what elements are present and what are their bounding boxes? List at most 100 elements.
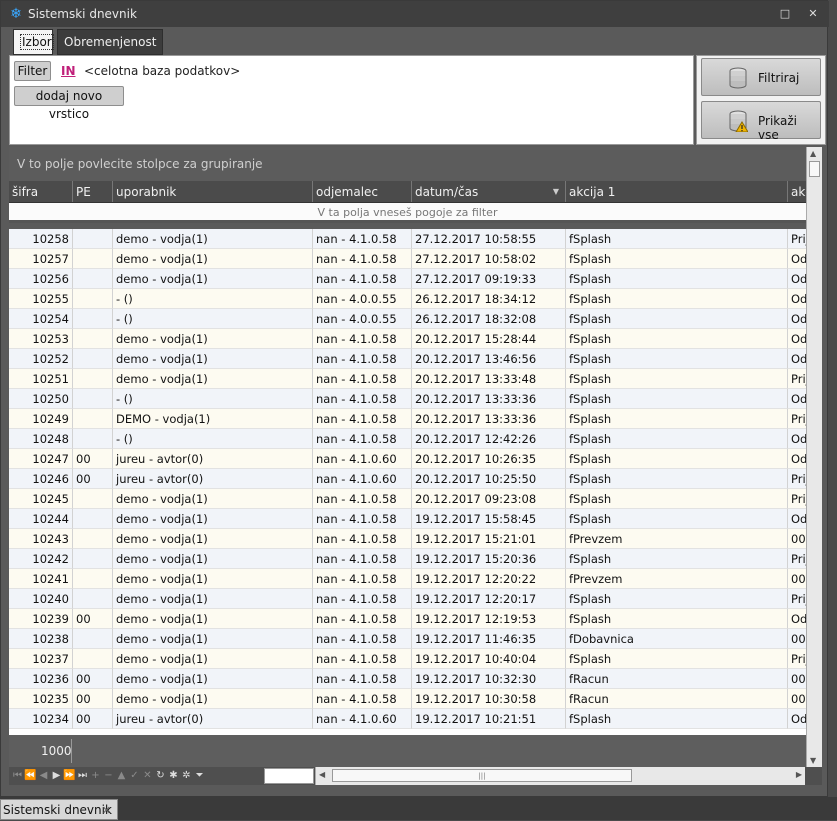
table-row[interactable]: 10253 demo - vodja(1) nan - 4.1.0.58 20.12.… [9, 329, 806, 349]
close-button[interactable]: ✕ [806, 7, 820, 21]
table-row[interactable]: 10234 00 jureu - avtor(0) nan - 4.1.0.60 19.… [9, 709, 806, 729]
cell-uporabnik[interactable]: DEMO - vodja(1) [113, 409, 313, 429]
cell-akcija1[interactable]: fSplash [566, 509, 788, 529]
cell-odjemalec[interactable]: nan - 4.1.0.60 [313, 469, 412, 489]
cell-akcija1[interactable]: fSplash [566, 369, 788, 389]
col-header-datum[interactable]: datum/čas ▼ [412, 181, 566, 202]
cell-odjemalec[interactable]: nan - 4.1.0.58 [313, 269, 412, 289]
cell-akcija1[interactable]: fDobavnica [566, 629, 788, 649]
cell-pe[interactable] [73, 429, 113, 449]
next-page-icon[interactable]: ⏩ [63, 768, 76, 784]
table-row[interactable]: 10257 demo - vodja(1) nan - 4.1.0.58 27.12.… [9, 249, 806, 269]
cell-datum[interactable]: 20.12.2017 13:46:56 [412, 349, 566, 369]
cell-sifra[interactable]: 10258 [9, 229, 73, 249]
cancel-icon[interactable]: ✕ [141, 768, 154, 784]
cell-uporabnik[interactable]: demo - vodja(1) [113, 649, 313, 669]
table-row[interactable]: 10242 demo - vodja(1) nan - 4.1.0.58 19.12.… [9, 549, 806, 569]
taskbar-tab[interactable]: Sistemski dnevnik ✕ [0, 799, 118, 820]
cell-pe[interactable] [73, 629, 113, 649]
cell-akcija1[interactable]: fRacun [566, 669, 788, 689]
cell-sifra[interactable]: 10236 [9, 669, 73, 689]
cell-akcija2[interactable]: Prij [788, 409, 806, 429]
cell-sifra[interactable]: 10238 [9, 629, 73, 649]
cell-uporabnik[interactable]: demo - vodja(1) [113, 369, 313, 389]
cell-odjemalec[interactable]: nan - 4.1.0.58 [313, 349, 412, 369]
table-row[interactable]: 10254 - () nan - 4.0.0.55 26.12.2017 18:32… [9, 309, 806, 329]
cell-datum[interactable]: 19.12.2017 10:30:58 [412, 689, 566, 709]
cell-uporabnik[interactable]: - () [113, 429, 313, 449]
cell-uporabnik[interactable]: demo - vodja(1) [113, 349, 313, 369]
cell-datum[interactable]: 20.12.2017 13:33:36 [412, 409, 566, 429]
cell-uporabnik[interactable]: demo - vodja(1) [113, 589, 313, 609]
cell-sifra[interactable]: 10242 [9, 549, 73, 569]
cell-akcija2[interactable]: Od [788, 609, 806, 629]
cell-sifra[interactable]: 10253 [9, 329, 73, 349]
cell-akcija1[interactable]: fSplash [566, 289, 788, 309]
cell-akcija2[interactable]: 000 [788, 569, 806, 589]
cell-pe[interactable] [73, 509, 113, 529]
cell-pe[interactable] [73, 249, 113, 269]
cell-akcija2[interactable]: Od [788, 249, 806, 269]
cell-akcija2[interactable]: Od [788, 429, 806, 449]
table-row[interactable]: 10239 00 demo - vodja(1) nan - 4.1.0.58 19.1… [9, 609, 806, 629]
table-row[interactable]: 10235 00 demo - vodja(1) nan - 4.1.0.58 19.1… [9, 689, 806, 709]
cell-uporabnik[interactable]: - () [113, 389, 313, 409]
table-row[interactable]: 10256 demo - vodja(1) nan - 4.1.0.58 27.12.… [9, 269, 806, 289]
cell-akcija2[interactable]: 000 [788, 669, 806, 689]
table-row[interactable]: 10251 demo - vodja(1) nan - 4.1.0.58 20.12.… [9, 369, 806, 389]
cell-uporabnik[interactable]: - () [113, 309, 313, 329]
cell-akcija2[interactable]: Od [788, 309, 806, 329]
cell-uporabnik[interactable]: demo - vodja(1) [113, 529, 313, 549]
cell-akcija2[interactable]: Prij [788, 489, 806, 509]
cell-datum[interactable]: 26.12.2017 18:34:12 [412, 289, 566, 309]
cell-odjemalec[interactable]: nan - 4.1.0.58 [313, 229, 412, 249]
cell-sifra[interactable]: 10257 [9, 249, 73, 269]
cell-pe[interactable] [73, 229, 113, 249]
cell-odjemalec[interactable]: nan - 4.1.0.58 [313, 569, 412, 589]
cell-odjemalec[interactable]: nan - 4.1.0.58 [313, 409, 412, 429]
col-header-uporabnik[interactable]: uporabnik [113, 181, 313, 202]
cell-akcija1[interactable]: fSplash [566, 469, 788, 489]
last-page-icon[interactable]: ⏭ [76, 768, 89, 784]
cell-odjemalec[interactable]: nan - 4.1.0.58 [313, 689, 412, 709]
table-row[interactable]: 10240 demo - vodja(1) nan - 4.1.0.58 19.12.… [9, 589, 806, 609]
cell-akcija1[interactable]: fRacun [566, 689, 788, 709]
cell-pe[interactable] [73, 409, 113, 429]
table-row[interactable]: 10255 - () nan - 4.0.0.55 26.12.2017 18:34… [9, 289, 806, 309]
cell-akcija2[interactable]: Od [788, 269, 806, 289]
cell-sifra[interactable]: 10247 [9, 449, 73, 469]
cell-uporabnik[interactable]: jureu - avtor(0) [113, 469, 313, 489]
cell-pe[interactable] [73, 369, 113, 389]
col-header-odjemalec[interactable]: odjemalec [313, 181, 412, 202]
table-row[interactable]: 10249 DEMO - vodja(1) nan - 4.1.0.58 20.12.… [9, 409, 806, 429]
cell-uporabnik[interactable]: demo - vodja(1) [113, 269, 313, 289]
cell-akcija2[interactable]: 000 [788, 629, 806, 649]
table-row[interactable]: 10246 00 jureu - avtor(0) nan - 4.1.0.60 20.… [9, 469, 806, 489]
cell-akcija1[interactable]: fSplash [566, 329, 788, 349]
cell-odjemalec[interactable]: nan - 4.1.0.58 [313, 329, 412, 349]
cell-akcija1[interactable]: fSplash [566, 449, 788, 469]
cell-odjemalec[interactable]: nan - 4.1.0.60 [313, 709, 412, 729]
cell-sifra[interactable]: 10251 [9, 369, 73, 389]
vertical-scrollbar[interactable]: ▲ ▼ [806, 147, 822, 767]
tab-izbor[interactable]: Izbor [13, 29, 54, 55]
cell-uporabnik[interactable]: demo - vodja(1) [113, 329, 313, 349]
scroll-down-icon[interactable]: ▼ [810, 756, 816, 765]
cell-pe[interactable] [73, 389, 113, 409]
refresh-icon[interactable]: ↻ [154, 768, 167, 784]
cell-odjemalec[interactable]: nan - 4.1.0.58 [313, 649, 412, 669]
cell-odjemalec[interactable]: nan - 4.0.0.55 [313, 309, 412, 329]
cell-pe[interactable] [73, 309, 113, 329]
cell-odjemalec[interactable]: nan - 4.1.0.58 [313, 509, 412, 529]
cell-datum[interactable]: 19.12.2017 10:21:51 [412, 709, 566, 729]
cell-datum[interactable]: 20.12.2017 10:26:35 [412, 449, 566, 469]
cell-pe[interactable] [73, 349, 113, 369]
tab-obremenjenost[interactable]: Obremenjenost [57, 29, 163, 55]
cell-akcija2[interactable]: Prij [788, 469, 806, 489]
cell-sifra[interactable]: 10234 [9, 709, 73, 729]
bookmark-icon[interactable]: ✱ [167, 768, 180, 784]
cell-uporabnik[interactable]: demo - vodja(1) [113, 249, 313, 269]
cell-datum[interactable]: 19.12.2017 15:58:45 [412, 509, 566, 529]
cell-odjemalec[interactable]: nan - 4.1.0.58 [313, 609, 412, 629]
cell-uporabnik[interactable]: demo - vodja(1) [113, 609, 313, 629]
